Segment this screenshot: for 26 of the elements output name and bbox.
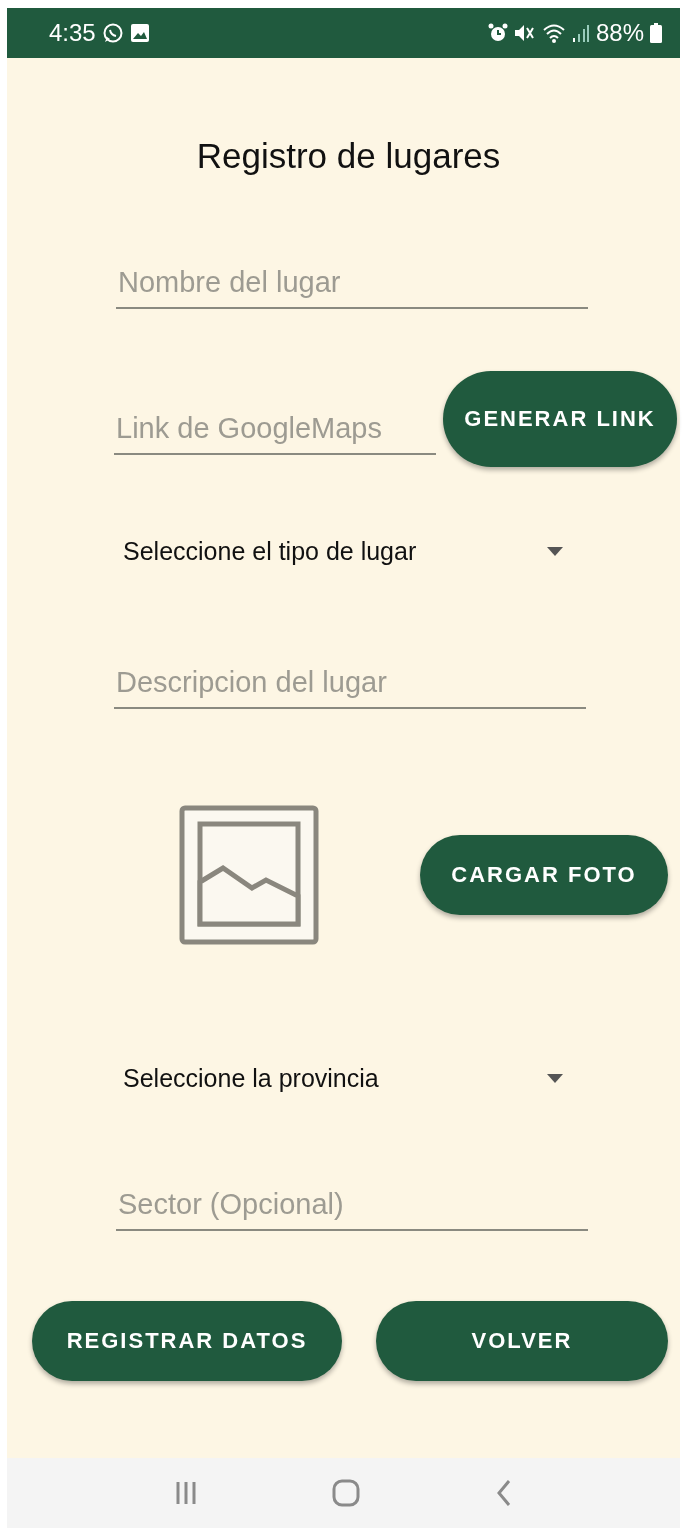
dropdown-caret-icon — [547, 1074, 563, 1083]
battery-icon — [650, 23, 662, 43]
wifi-icon — [541, 23, 566, 43]
province-dropdown[interactable]: Seleccione la provincia — [123, 1064, 563, 1093]
signal-icon — [571, 23, 590, 43]
home-icon[interactable] — [332, 1479, 361, 1507]
register-button[interactable]: REGISTRAR DATOS — [32, 1301, 342, 1381]
clock: 4:35 — [49, 19, 96, 47]
description-field[interactable]: Descripcion del lugar — [114, 666, 586, 709]
image-icon — [129, 23, 150, 43]
screen-title: Registro de lugares — [196, 136, 501, 176]
mute-icon — [513, 23, 536, 43]
sector-field[interactable]: Sector (Opcional) — [116, 1188, 588, 1231]
dropdown-caret-icon — [547, 547, 563, 556]
load-photo-button[interactable]: CARGAR FOTO — [420, 835, 668, 915]
maps-link-field[interactable]: Link de GoogleMaps — [114, 412, 436, 455]
place-type-dropdown[interactable]: Seleccione el tipo de lugar — [123, 537, 563, 566]
image-placeholder-icon — [178, 804, 320, 946]
chat-icon — [101, 22, 124, 44]
back-icon[interactable] — [496, 1479, 513, 1507]
battery-percentage: 88% — [595, 19, 644, 47]
back-button[interactable]: VOLVER — [376, 1301, 668, 1381]
alarm-icon — [487, 23, 508, 43]
place-name-field[interactable]: Nombre del lugar — [116, 266, 588, 309]
generate-link-button[interactable]: GENERAR LINK — [443, 371, 677, 467]
recent-apps-icon[interactable] — [174, 1480, 197, 1506]
